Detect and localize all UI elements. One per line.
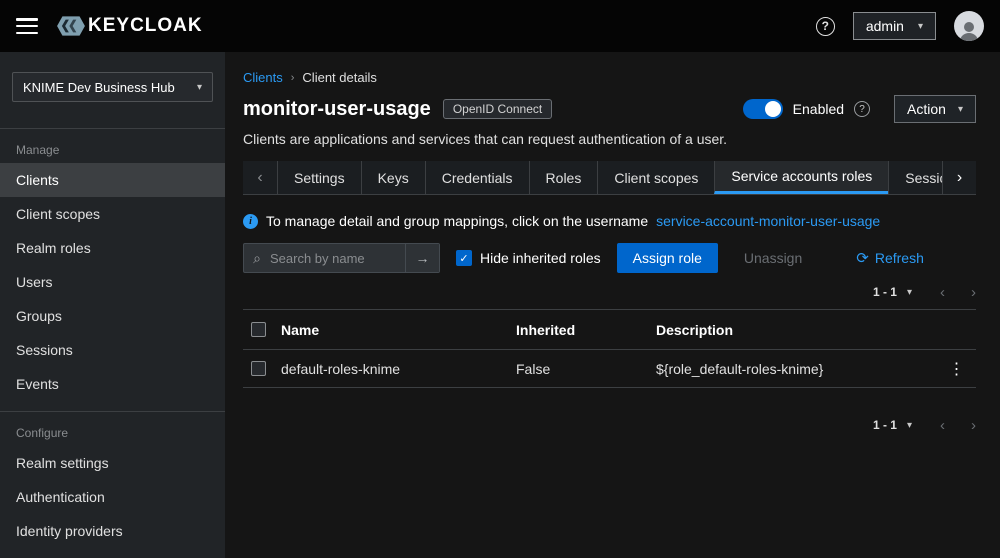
protocol-badge: OpenID Connect (443, 99, 552, 119)
hide-inherited-checkbox[interactable]: ✓ Hide inherited roles (456, 250, 601, 266)
sidebar-item-client-scopes[interactable]: Client scopes (0, 197, 225, 231)
select-all-checkbox[interactable] (251, 322, 266, 337)
search-group: ⌕ → (243, 243, 440, 273)
pagination-prev-icon[interactable]: ‹ (940, 284, 945, 301)
manage-nav: Clients Client scopes Realm roles Users … (0, 163, 225, 401)
section-label-configure: Configure (0, 412, 225, 446)
realm-name: KNIME Dev Business Hub (23, 80, 175, 95)
search-input[interactable] (270, 251, 405, 266)
chevron-down-icon: ▾ (918, 21, 923, 32)
sidebar-item-realm-roles[interactable]: Realm roles (0, 231, 225, 265)
kebab-menu-icon[interactable]: ⋮ (938, 359, 976, 379)
col-header-name: Name (281, 322, 516, 338)
sidebar-item-events[interactable]: Events (0, 367, 225, 401)
sidebar-item-user-federation[interactable]: User federation (0, 548, 225, 558)
breadcrumb: Clients › Client details (243, 70, 976, 85)
page-description: Clients are applications and services th… (243, 131, 976, 147)
pagination-bottom: 1 - 1 ▾ ‹ › (243, 412, 976, 438)
assign-role-button[interactable]: Assign role (617, 243, 718, 273)
info-icon: i (243, 214, 258, 229)
row-checkbox[interactable] (251, 361, 266, 376)
tab-roles[interactable]: Roles (529, 161, 598, 194)
roles-toolbar: ⌕ → ✓ Hide inherited roles Assign role U… (243, 243, 976, 273)
toggle-knob (765, 101, 781, 117)
tab-service-accounts-roles[interactable]: Service accounts roles (714, 161, 888, 194)
enabled-label: Enabled (793, 101, 844, 117)
tabs-scroll-right-icon[interactable]: › (942, 161, 976, 194)
col-header-inherited: Inherited (516, 322, 656, 338)
sidebar-item-realm-settings[interactable]: Realm settings (0, 446, 225, 480)
search-icon: ⌕ (244, 250, 270, 267)
hide-inherited-label: Hide inherited roles (480, 250, 601, 266)
action-dropdown[interactable]: Action ▾ (894, 95, 976, 123)
chevron-down-icon: ▾ (197, 82, 202, 93)
tabs-scroll-left-icon[interactable]: ‹ (243, 161, 277, 194)
enabled-toggle[interactable] (743, 99, 783, 119)
role-description: ${role_default-roles-knime} (656, 361, 938, 377)
user-menu-button[interactable]: admin ▾ (853, 12, 936, 40)
user-name: admin (866, 18, 904, 34)
pagination-caret-icon[interactable]: ▾ (907, 287, 912, 298)
breadcrumb-link-clients[interactable]: Clients (243, 70, 283, 85)
sidebar-item-users[interactable]: Users (0, 265, 225, 299)
brand-text: KEYCLOAK (88, 15, 203, 37)
breadcrumb-separator-icon: › (291, 72, 295, 84)
user-silhouette-icon (957, 19, 981, 41)
pagination-range: 1 - 1 (873, 285, 897, 299)
sidebar: KNIME Dev Business Hub ▾ Manage Clients … (0, 52, 225, 558)
pagination-caret-icon[interactable]: ▾ (907, 420, 912, 431)
breadcrumb-current: Client details (302, 70, 376, 85)
role-inherited: False (516, 361, 656, 377)
refresh-icon: ⟳ (856, 249, 869, 267)
title-row: monitor-user-usage OpenID Connect Enable… (243, 95, 976, 123)
avatar[interactable] (954, 11, 984, 41)
keycloak-hexagon-icon (56, 11, 86, 41)
sidebar-item-identity-providers[interactable]: Identity providers (0, 514, 225, 548)
sidebar-item-clients[interactable]: Clients (0, 163, 225, 197)
action-label: Action (907, 101, 946, 117)
tabs-bar: ‹ Settings Keys Credentials Roles Client… (243, 161, 976, 195)
checkbox-checked-icon: ✓ (456, 250, 472, 266)
unassign-button[interactable]: Unassign (734, 250, 812, 266)
sidebar-item-authentication[interactable]: Authentication (0, 480, 225, 514)
tab-keys[interactable]: Keys (361, 161, 425, 194)
info-banner: i To manage detail and group mappings, c… (243, 213, 976, 229)
configure-nav: Realm settings Authentication Identity p… (0, 446, 225, 558)
refresh-label: Refresh (875, 250, 924, 266)
pagination-prev-icon[interactable]: ‹ (940, 417, 945, 434)
info-text: To manage detail and group mappings, cli… (266, 213, 648, 229)
table-row: default-roles-knime False ${role_default… (243, 350, 976, 388)
chevron-down-icon: ▾ (958, 104, 963, 115)
sidebar-item-sessions[interactable]: Sessions (0, 333, 225, 367)
pagination-range: 1 - 1 (873, 418, 897, 432)
tab-settings[interactable]: Settings (277, 161, 361, 194)
roles-table: Name Inherited Description default-roles… (243, 309, 976, 388)
table-header-row: Name Inherited Description (243, 310, 976, 350)
service-account-link[interactable]: service-account-monitor-user-usage (656, 213, 880, 229)
refresh-link[interactable]: ⟳ Refresh (856, 249, 924, 267)
col-header-description: Description (656, 322, 938, 338)
app-header: KEYCLOAK ? admin ▾ (0, 0, 1000, 52)
role-name[interactable]: default-roles-knime (281, 361, 516, 377)
tab-sessions[interactable]: Sessions (888, 161, 942, 194)
pagination-next-icon[interactable]: › (971, 417, 976, 434)
pagination-next-icon[interactable]: › (971, 284, 976, 301)
nav-toggle-icon[interactable] (16, 18, 38, 34)
page-title: monitor-user-usage (243, 98, 431, 121)
pagination-top: 1 - 1 ▾ ‹ › (243, 279, 976, 305)
tab-credentials[interactable]: Credentials (425, 161, 529, 194)
keycloak-logo: KEYCLOAK (56, 11, 203, 41)
main-content: Clients › Client details monitor-user-us… (225, 52, 1000, 558)
sidebar-item-groups[interactable]: Groups (0, 299, 225, 333)
section-label-manage: Manage (0, 129, 225, 163)
header-help-icon[interactable]: ? (816, 17, 835, 36)
enabled-help-icon[interactable]: ? (854, 101, 870, 117)
realm-selector[interactable]: KNIME Dev Business Hub ▾ (12, 72, 213, 102)
tab-client-scopes[interactable]: Client scopes (597, 161, 714, 194)
tabs: Settings Keys Credentials Roles Client s… (277, 161, 942, 194)
search-submit-arrow-icon[interactable]: → (405, 244, 439, 272)
